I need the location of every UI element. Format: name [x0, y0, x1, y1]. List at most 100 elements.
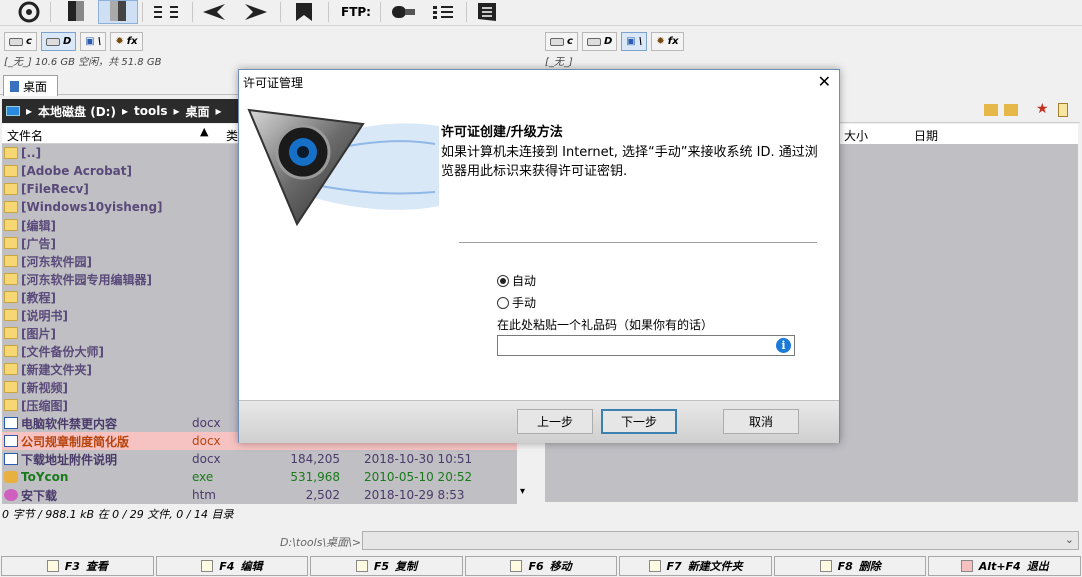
sync-icon[interactable]: [424, 0, 464, 24]
file-row[interactable]: 安下载 htm 2,502 2018-10-29 8:53: [2, 486, 517, 504]
radio-auto-circle[interactable]: [497, 274, 509, 287]
computer-icon[interactable]: [6, 106, 20, 116]
star-icon[interactable]: ★: [1036, 101, 1049, 117]
back-button[interactable]: 上一步: [517, 409, 593, 434]
folder-icon: [4, 183, 18, 195]
radio-auto[interactable]: 自动: [497, 272, 536, 289]
favorite-folder-icon[interactable]: [984, 104, 998, 116]
right-disk-info: [_无_]: [545, 57, 573, 68]
file-name: [河东软件园]: [21, 254, 92, 269]
disk-icon: [550, 37, 564, 46]
drive-c-button[interactable]: c: [545, 32, 578, 51]
gift-code-input[interactable]: i: [497, 335, 795, 356]
ftp-label[interactable]: FTP:: [336, 0, 376, 24]
forward-arrow-icon[interactable]: [238, 0, 274, 24]
command-input[interactable]: ⌄: [362, 531, 1079, 550]
col-size[interactable]: 大小: [844, 127, 868, 144]
tab-desktop[interactable]: 桌面: [3, 75, 58, 96]
app-logo: [247, 108, 439, 227]
network-drive-button[interactable]: ▣ \: [80, 32, 107, 51]
file-icon: [4, 417, 18, 429]
pack-icon[interactable]: [286, 0, 322, 24]
file-ext: docx: [192, 434, 221, 448]
fx-button[interactable]: ✹ fx: [651, 32, 684, 51]
right-drive-bar: c D ▣ \ ✹ fx: [545, 32, 684, 52]
fx-button[interactable]: ✹ fx: [110, 32, 143, 51]
left-disk-info: [_无_] 10.6 GB 空闲，共 51.8 GB: [4, 57, 162, 68]
f5-copy-button[interactable]: F5 复制: [310, 556, 463, 576]
folder-icon: [4, 399, 18, 411]
folder-icon: [4, 237, 18, 249]
back-arrow-icon[interactable]: [196, 0, 232, 24]
file-name: [Adobe Acrobat]: [21, 164, 132, 178]
scroll-down-icon[interactable]: ▾: [520, 486, 525, 497]
folder-icon: [4, 309, 18, 321]
parent-folder-icon: [4, 147, 18, 159]
folder-icon: [4, 363, 18, 375]
right-column-header: 大小 日期: [838, 124, 1078, 144]
col-date[interactable]: 日期: [914, 127, 938, 144]
file-row[interactable]: 下载地址附件说明 docx 184,205 2018-10-30 10:51: [2, 450, 517, 468]
f7-newfolder-button[interactable]: F7 新建文件夹: [619, 556, 772, 576]
breadcrumb-tools[interactable]: tools: [134, 104, 167, 118]
history-folder-icon[interactable]: [1004, 104, 1018, 116]
network-drive-button[interactable]: ▣ \: [621, 32, 648, 51]
file-icon: [4, 435, 18, 447]
f4-edit-button[interactable]: F4 编辑: [155, 556, 309, 576]
disk-icon: [586, 37, 601, 46]
drive-d-button[interactable]: D: [581, 32, 618, 51]
file-row[interactable]: ToYcon exe 531,968 2010-05-10 20:52: [2, 468, 517, 486]
col-filename[interactable]: 文件名: [7, 127, 43, 144]
col-type[interactable]: 类: [226, 127, 238, 144]
f6-move-button[interactable]: F6 移动: [464, 556, 618, 576]
file-name: [新建文件夹]: [21, 362, 92, 377]
file-name: [文件备份大师]: [21, 344, 104, 359]
panel-right-icon[interactable]: [98, 0, 138, 24]
network-icon: ▣: [626, 36, 636, 47]
file-size: 184,205: [290, 452, 340, 466]
file-ext: docx: [192, 416, 221, 430]
panel-left-icon[interactable]: [58, 0, 94, 24]
info-icon[interactable]: i: [776, 338, 791, 353]
license-dialog: 许可证管理 ✕ 许可证创建/升级方法 如果计算机未连接到 Internet, 选…: [238, 69, 840, 443]
folder-icon: [4, 273, 18, 285]
dialog-title: 许可证管理: [243, 76, 304, 90]
delete-icon: [819, 560, 832, 572]
left-drive-bar: c D ▣ \ ✹ fx: [4, 32, 143, 52]
divider: [459, 242, 817, 243]
notepad-icon[interactable]: [470, 0, 506, 24]
file-icon: [4, 453, 18, 465]
next-button[interactable]: 下一步: [601, 409, 677, 434]
file-ext: htm: [192, 488, 216, 502]
file-date: 2018-10-30 10:51: [364, 452, 473, 466]
view-icon: [46, 560, 59, 572]
radio-manual[interactable]: 手动: [497, 294, 536, 311]
folder-icon: [4, 291, 18, 303]
file-size: 2,502: [305, 488, 340, 502]
network-icon: ▣: [85, 36, 95, 47]
breadcrumb-drive[interactable]: 本地磁盘 (D:): [38, 103, 116, 120]
file-name: [Windows10yisheng]: [21, 200, 163, 214]
alt-f4-exit-button[interactable]: Alt+F4 退出: [928, 556, 1082, 576]
dialog-footer: 上一步 下一步 取消: [239, 400, 839, 443]
cancel-button[interactable]: 取消: [723, 409, 799, 434]
file-size: 531,968: [290, 470, 340, 484]
notes-icon[interactable]: [1058, 103, 1068, 117]
drive-c-button[interactable]: c: [4, 32, 37, 51]
chevron-down-icon[interactable]: ⌄: [1065, 533, 1074, 546]
new-folder-icon: [648, 560, 661, 572]
drive-d-button[interactable]: D: [40, 32, 77, 51]
view-list-icon[interactable]: [146, 0, 188, 24]
breadcrumb-desktop[interactable]: 桌面: [186, 103, 210, 120]
f8-delete-button[interactable]: F8 删除: [773, 556, 927, 576]
close-icon[interactable]: ✕: [818, 73, 831, 91]
disk-icon: [45, 37, 60, 46]
file-name: ToYcon: [21, 470, 69, 484]
copy-icon: [355, 560, 368, 572]
folder-icon: [4, 165, 18, 177]
file-name: [新视频]: [21, 380, 68, 395]
ftp-connect-icon[interactable]: [386, 0, 422, 24]
radio-manual-circle[interactable]: [497, 296, 509, 309]
refresh-icon[interactable]: [12, 0, 46, 24]
f3-view-button[interactable]: F3 查看: [1, 556, 154, 576]
